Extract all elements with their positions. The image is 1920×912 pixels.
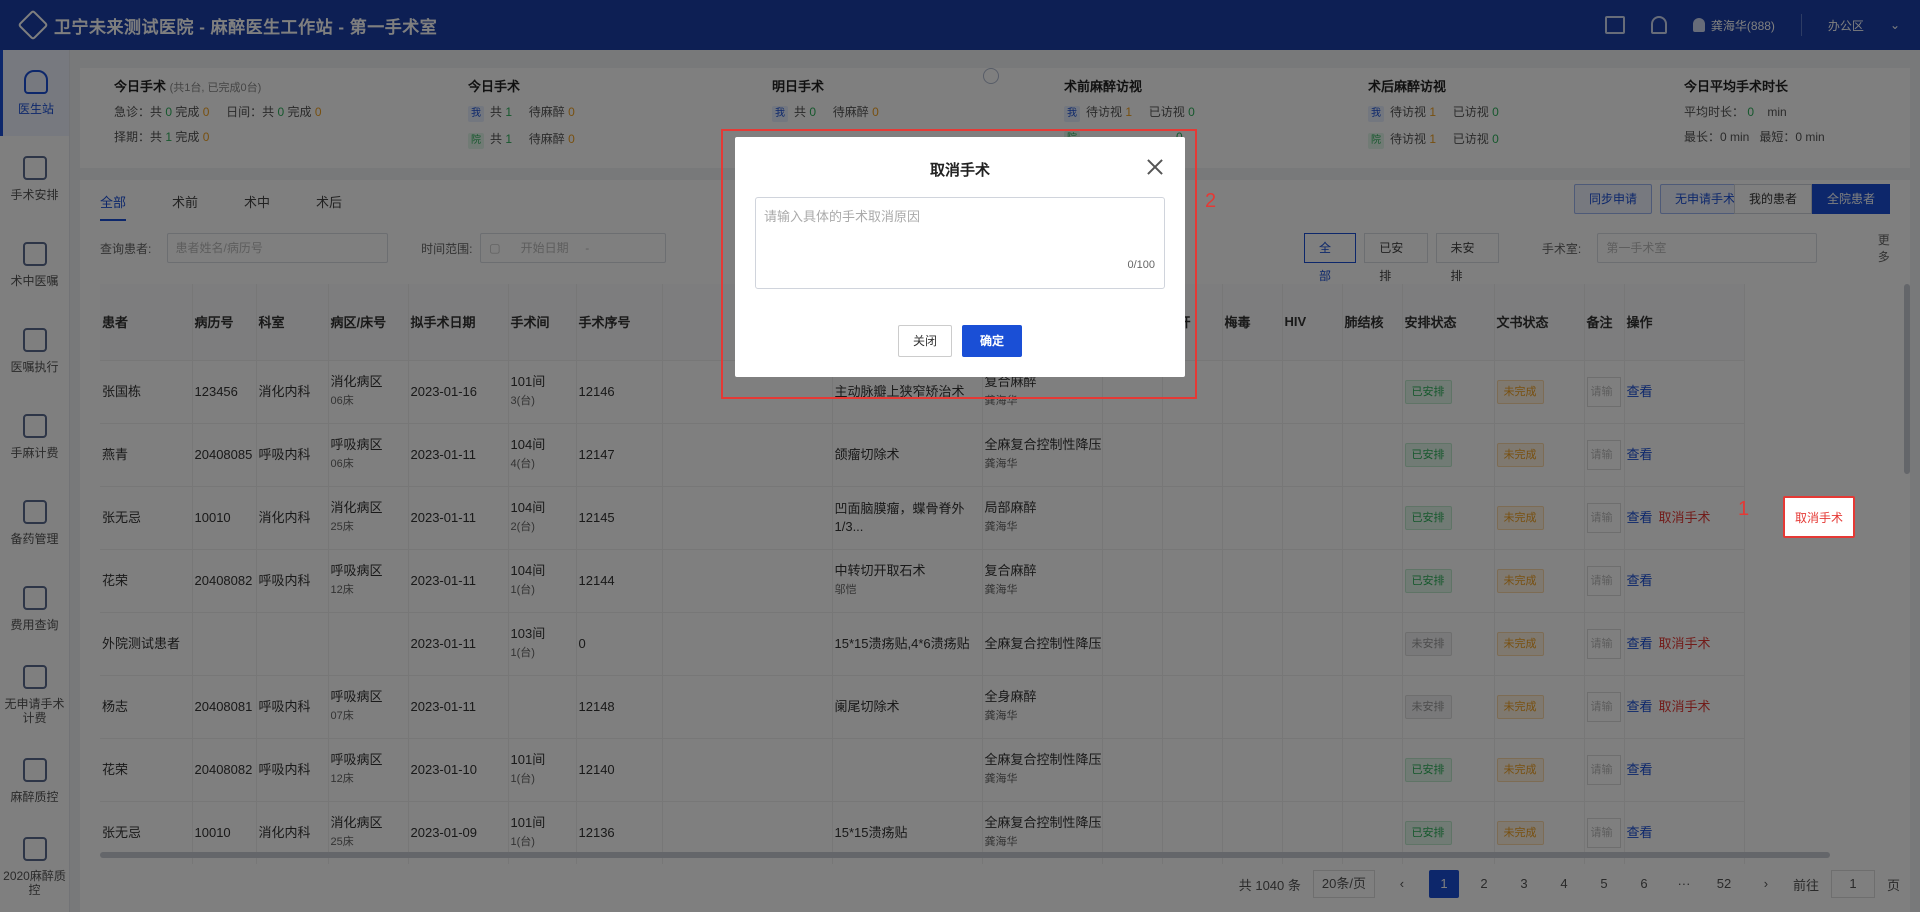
confirm-button[interactable]: 确定: [962, 325, 1023, 357]
close-button[interactable]: 关闭: [897, 325, 952, 357]
annotation-number-1: 1: [1738, 498, 1750, 520]
cancel-surgery-dialog: 取消手术 0/100 关闭 确定: [735, 137, 1185, 377]
cancel-surgery-highlight[interactable]: 取消手术: [1783, 496, 1855, 538]
dialog-title: 取消手术: [929, 162, 990, 179]
char-counter: 0/100: [1127, 259, 1155, 271]
close-icon[interactable]: [1147, 159, 1163, 175]
cancel-reason-input[interactable]: [755, 197, 1165, 289]
annotation-number-2: 2: [1205, 190, 1217, 212]
